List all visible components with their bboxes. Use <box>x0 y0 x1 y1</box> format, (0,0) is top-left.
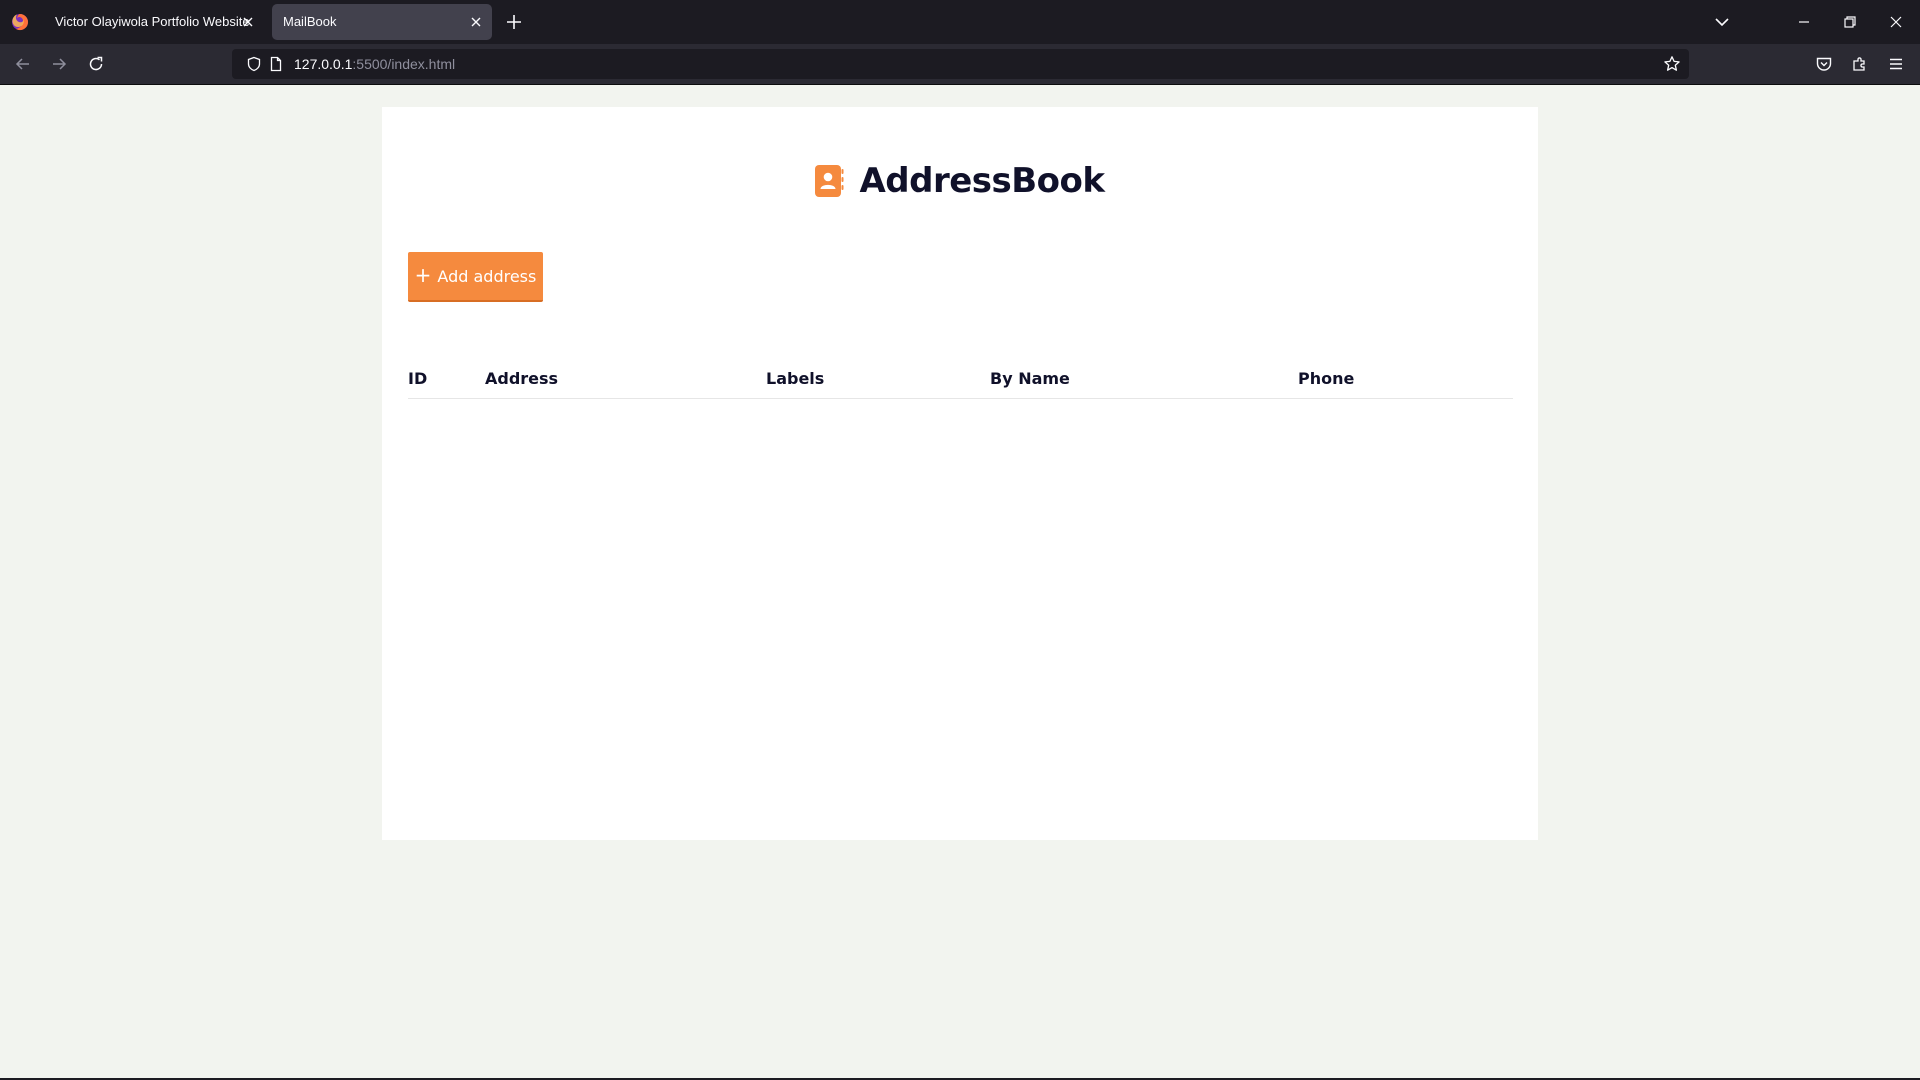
column-header-id: ID <box>408 369 428 388</box>
new-tab-plus-icon[interactable] <box>504 12 524 32</box>
tab-portfolio[interactable]: Victor Olayiwola Portfolio Website <box>44 4 264 40</box>
page-title: AddressBook <box>859 161 1105 201</box>
url-text[interactable]: 127.0.0.1:5500/index.html <box>294 56 455 72</box>
reload-icon[interactable] <box>86 54 106 74</box>
tab-mailbook[interactable]: MailBook <box>272 4 492 40</box>
tab-title: MailBook <box>283 14 337 29</box>
browser-tab-bar: Victor Olayiwola Portfolio Website MailB… <box>0 0 1920 44</box>
close-window-icon[interactable] <box>1886 12 1906 32</box>
app-header: AddressBook <box>382 160 1538 202</box>
chevron-down-icon[interactable] <box>1712 12 1732 32</box>
address-book-card: AddressBook + Add address ID Address Lab… <box>382 107 1538 840</box>
url-host: 127.0.0.1 <box>294 56 353 72</box>
column-header-labels: Labels <box>766 369 825 388</box>
shield-icon[interactable] <box>246 56 262 72</box>
tab-title: Victor Olayiwola Portfolio Website <box>55 14 250 29</box>
back-arrow-icon[interactable] <box>13 54 33 74</box>
hamburger-menu-icon[interactable] <box>1886 54 1906 74</box>
page-icon[interactable] <box>268 56 284 72</box>
forward-arrow-icon[interactable] <box>49 54 69 74</box>
restore-icon[interactable] <box>1840 12 1860 32</box>
column-header-by-name: By Name <box>990 369 1070 388</box>
add-address-button[interactable]: + Add address <box>408 252 543 302</box>
address-table: ID Address Labels By Name Phone <box>408 369 1513 399</box>
url-bar[interactable]: 127.0.0.1:5500/index.html <box>232 49 1689 79</box>
url-path: :5500/index.html <box>352 56 456 72</box>
browser-navigation-bar: 127.0.0.1:5500/index.html <box>0 44 1920 85</box>
pocket-icon[interactable] <box>1814 54 1834 74</box>
puzzle-icon[interactable] <box>1850 54 1870 74</box>
contact-book-icon <box>815 165 844 197</box>
close-icon[interactable] <box>468 14 484 30</box>
firefox-logo-icon[interactable] <box>10 12 30 32</box>
star-icon[interactable] <box>1663 55 1681 73</box>
plus-icon: + <box>414 263 432 287</box>
column-header-phone: Phone <box>1298 369 1355 388</box>
add-address-label: Add address <box>437 266 537 286</box>
minimize-icon[interactable] <box>1794 12 1814 32</box>
page-viewport: AddressBook + Add address ID Address Lab… <box>0 85 1920 1078</box>
column-header-address: Address <box>485 369 559 388</box>
close-icon[interactable] <box>240 14 256 30</box>
table-header: ID Address Labels By Name Phone <box>408 369 1513 399</box>
